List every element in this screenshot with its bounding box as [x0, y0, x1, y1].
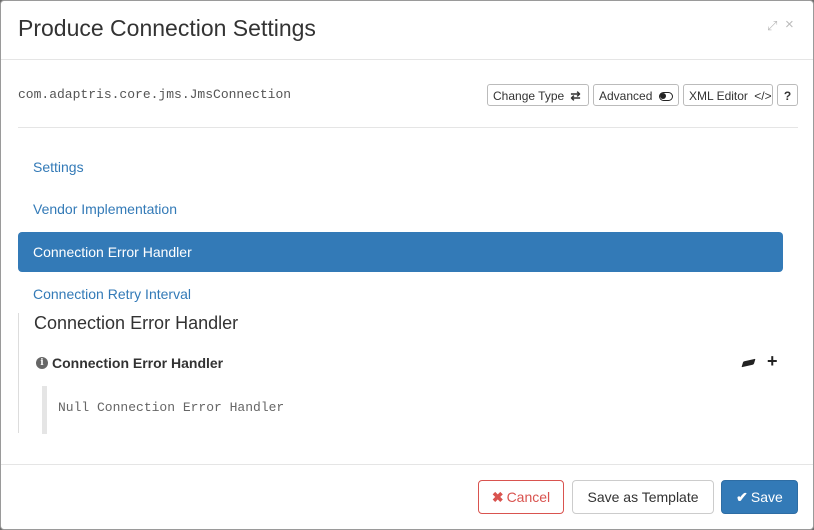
cancel-button[interactable]: ✖ Cancel — [478, 480, 564, 514]
change-type-button[interactable]: Change Type ⇄ — [487, 84, 589, 106]
advanced-toggle-button[interactable]: Advanced — [593, 84, 679, 106]
connection-error-handler-section: Connection Error Handler i Connection Er… — [18, 313, 799, 434]
nav-item-connection-error-handler[interactable]: Connection Error Handler — [18, 232, 783, 272]
xml-editor-button[interactable]: XML Editor </> — [683, 84, 773, 106]
component-class-name: com.adaptris.core.jms.JmsConnection — [18, 87, 292, 102]
eraser-icon[interactable] — [741, 358, 756, 368]
field-value: Null Connection Error Handler — [58, 400, 285, 415]
close-x-icon: ✖ — [491, 489, 504, 505]
xml-editor-label: XML Editor — [689, 89, 748, 103]
section-title: Connection Error Handler — [34, 313, 239, 333]
toggle-icon — [658, 92, 673, 101]
save-label: Save — [750, 489, 783, 505]
cancel-label: Cancel — [506, 489, 551, 505]
save-button[interactable]: ✔ Save — [721, 480, 798, 514]
check-icon: ✔ — [736, 489, 748, 505]
nav-item-vendor-implementation[interactable]: Vendor Implementation — [18, 189, 783, 229]
plus-icon[interactable]: + — [767, 351, 778, 372]
info-icon[interactable]: i — [36, 357, 48, 369]
modal-footer: ✖ Cancel Save as Template ✔ Save — [1, 464, 813, 529]
settings-modal: Produce Connection Settings ⤢ × com.adap… — [0, 0, 814, 530]
field-value-block: Null Connection Error Handler — [42, 386, 787, 434]
advanced-label: Advanced — [599, 89, 653, 103]
change-type-label: Change Type — [493, 89, 565, 103]
nav-item-settings[interactable]: Settings — [18, 147, 783, 187]
field-label: Connection Error Handler — [52, 355, 224, 371]
exchange-icon: ⇄ — [570, 89, 581, 103]
nav-item-connection-retry-interval[interactable]: Connection Retry Interval — [18, 274, 783, 314]
save-as-template-button[interactable]: Save as Template — [572, 480, 714, 514]
code-icon: </> — [754, 89, 772, 103]
expand-icon[interactable]: ⤢ — [767, 19, 777, 33]
close-icon[interactable]: × — [785, 17, 794, 32]
modal-title: Produce Connection Settings — [18, 15, 316, 41]
help-button[interactable]: ? — [777, 84, 798, 106]
divider — [18, 127, 798, 128]
modal-header: Produce Connection Settings ⤢ × — [1, 1, 813, 60]
